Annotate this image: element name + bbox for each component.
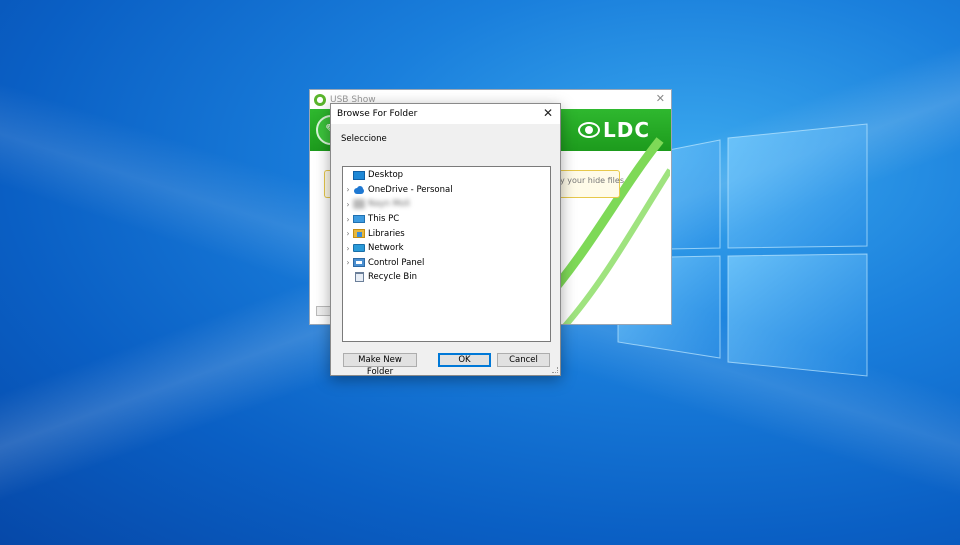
dialog-close-icon[interactable]: ✕ — [541, 106, 555, 120]
chevron-right-icon[interactable]: › — [343, 258, 353, 268]
resize-grip-icon[interactable] — [552, 367, 558, 373]
browse-for-folder-dialog[interactable]: Browse For Folder ✕ Seleccione Desktop ›… — [330, 103, 561, 377]
tree-item-label: Libraries — [368, 228, 405, 239]
desktop-icon — [353, 170, 365, 180]
tree-item-desktop[interactable]: Desktop — [343, 168, 550, 183]
tree-item-label: OneDrive - Personal — [368, 184, 453, 195]
chevron-right-icon[interactable]: › — [343, 199, 353, 209]
tree-item-network[interactable]: › Network — [343, 241, 550, 256]
tree-item-label: Desktop — [368, 170, 404, 181]
usb-show-hint-text: y your hide files — [560, 176, 624, 185]
tree-item-label: Recycle Bin — [368, 272, 418, 283]
make-new-folder-button[interactable]: Make New Folder — [343, 353, 417, 377]
usb-show-hint-box-right: y your hide files — [560, 170, 624, 198]
windows-logo-pane-top-right — [727, 123, 868, 249]
tree-item-label: Network — [368, 243, 404, 254]
tree-item-onedrive[interactable]: › OneDrive - Personal — [343, 183, 550, 198]
tree-item-user-folder[interactable]: › Nayn Moli — [343, 197, 550, 212]
cancel-button[interactable]: Cancel — [497, 353, 550, 367]
tree-expander-spacer — [343, 272, 353, 282]
tree-item-label: Control Panel — [368, 257, 425, 268]
tree-item-label: This PC — [368, 214, 400, 225]
recycle-bin-icon — [355, 272, 364, 283]
computer-icon — [353, 215, 365, 224]
dialog-titlebar[interactable]: Browse For Folder ✕ — [331, 104, 560, 124]
user-folder-icon — [353, 199, 365, 210]
usb-show-app-icon: ● — [314, 93, 326, 106]
chevron-right-icon[interactable]: › — [343, 214, 353, 224]
chevron-right-icon[interactable]: › — [343, 243, 353, 253]
chevron-right-icon[interactable]: › — [343, 229, 353, 239]
tree-expander-spacer — [343, 170, 353, 180]
tree-item-this-pc[interactable]: › This PC — [343, 212, 550, 227]
folder-tree[interactable]: Desktop › OneDrive - Personal › Nayn Mol… — [342, 166, 551, 342]
libraries-icon — [353, 229, 365, 239]
windows-logo-pane-bottom-right — [727, 253, 868, 377]
control-panel-icon — [353, 258, 365, 268]
tree-item-libraries[interactable]: › Libraries — [343, 226, 550, 241]
tree-item-label: Nayn Moli — [368, 199, 410, 210]
tree-item-recycle-bin[interactable]: Recycle Bin — [343, 270, 550, 285]
dialog-title: Browse For Folder — [337, 109, 418, 119]
tree-item-control-panel[interactable]: › Control Panel — [343, 256, 550, 271]
onedrive-icon — [353, 185, 365, 194]
chevron-right-icon[interactable]: › — [343, 185, 353, 195]
usb-show-close-icon[interactable]: ✕ — [656, 92, 665, 105]
ok-button[interactable]: OK — [438, 353, 491, 367]
dialog-prompt: Seleccione — [341, 134, 387, 144]
network-icon — [353, 244, 365, 253]
